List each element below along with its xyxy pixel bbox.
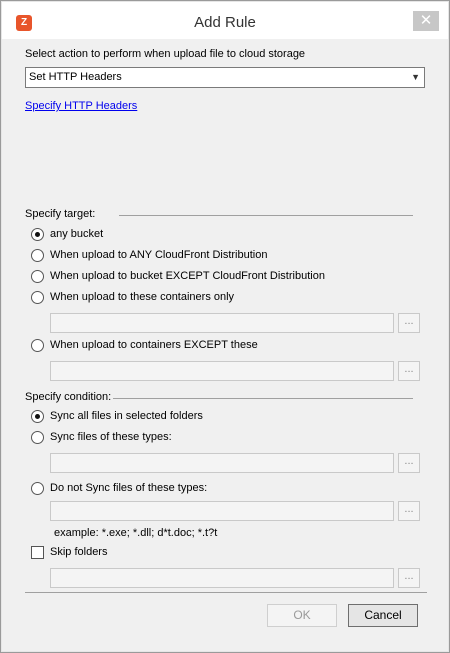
target-containers-except-radio[interactable] — [31, 339, 44, 352]
target-any-bucket-radio[interactable] — [31, 228, 44, 241]
skip-folders-label[interactable]: Skip folders — [50, 546, 107, 558]
window-title: Add Rule — [194, 14, 256, 31]
action-select[interactable]: Set HTTP Headers ▼ — [25, 67, 425, 88]
close-button[interactable]: ✕ — [413, 11, 439, 31]
target-except-cloudfront-label[interactable]: When upload to bucket EXCEPT CloudFront … — [50, 270, 325, 282]
cancel-button[interactable]: Cancel — [348, 604, 418, 627]
containers-only-browse-button[interactable]: ... — [398, 313, 420, 333]
containers-only-input[interactable] — [50, 313, 394, 333]
condition-sync-types-radio[interactable] — [31, 431, 44, 444]
no-sync-types-input[interactable] — [50, 501, 394, 521]
specify-http-headers-link[interactable]: Specify HTTP Headers — [25, 100, 137, 112]
target-containers-only-label[interactable]: When upload to these containers only — [50, 291, 234, 303]
skip-folders-checkbox[interactable] — [31, 546, 44, 559]
condition-sync-all-label[interactable]: Sync all files in selected folders — [50, 410, 203, 422]
title-bar: Z Add Rule ✕ — [2, 2, 448, 39]
chevron-down-icon: ▼ — [411, 72, 420, 82]
sync-types-input[interactable] — [50, 453, 394, 473]
target-containers-except-label[interactable]: When upload to containers EXCEPT these — [50, 339, 258, 351]
skip-folders-input[interactable] — [50, 568, 394, 588]
condition-sync-types-label[interactable]: Sync files of these types: — [50, 431, 172, 443]
file-types-example: example: *.exe; *.dll; d*t.doc; *.t?t — [54, 527, 218, 539]
sync-types-browse-button[interactable]: ... — [398, 453, 420, 473]
containers-except-input[interactable] — [50, 361, 394, 381]
condition-group-line — [113, 398, 413, 399]
target-any-cloudfront-label[interactable]: When upload to ANY CloudFront Distributi… — [50, 249, 267, 261]
condition-no-sync-types-label[interactable]: Do not Sync files of these types: — [50, 482, 207, 494]
no-sync-types-browse-button[interactable]: ... — [398, 501, 420, 521]
target-any-bucket-label[interactable]: any bucket — [50, 228, 103, 240]
target-group-line — [119, 215, 413, 216]
condition-no-sync-types-radio[interactable] — [31, 482, 44, 495]
action-prompt: Select action to perform when upload fil… — [25, 48, 306, 60]
add-rule-dialog: Z Add Rule ✕ Select action to perform wh… — [0, 0, 450, 653]
ok-button[interactable]: OK — [267, 604, 337, 627]
target-except-cloudfront-radio[interactable] — [31, 270, 44, 283]
target-containers-only-radio[interactable] — [31, 291, 44, 304]
footer-divider — [25, 592, 427, 593]
target-any-cloudfront-radio[interactable] — [31, 249, 44, 262]
action-select-value: Set HTTP Headers — [29, 71, 122, 83]
target-legend: Specify target: — [25, 208, 96, 220]
containers-except-browse-button[interactable]: ... — [398, 361, 420, 381]
condition-sync-all-radio[interactable] — [31, 410, 44, 423]
skip-folders-browse-button[interactable]: ... — [398, 568, 420, 588]
condition-legend: Specify condition: — [25, 391, 112, 403]
